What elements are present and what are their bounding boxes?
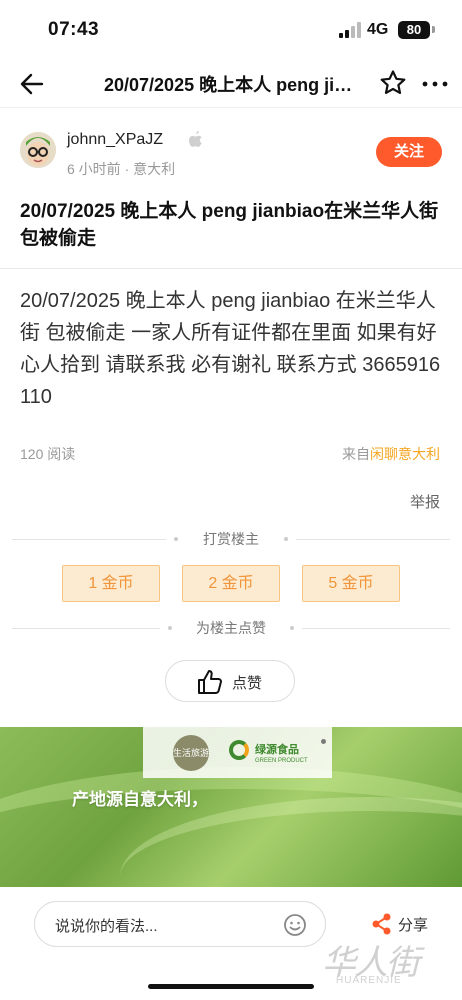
ad-slogan: 产地源自意大利， — [72, 790, 208, 809]
star-outline-icon[interactable] — [378, 68, 408, 98]
author-location: 意大利 — [133, 161, 176, 177]
ad-banner[interactable]: 生活旅游 绿源食品 GREEN PRODUCT 产地源自意大利， — [0, 727, 462, 887]
comment-input[interactable]: 说说你的看法... — [34, 901, 326, 947]
arrow-left-icon[interactable] — [18, 70, 46, 98]
post-time: 6 小时前 — [67, 161, 121, 177]
post-body: 20/07/2025 晚上本人 peng jianbiao 在米兰华人街 包被偷… — [20, 290, 441, 408]
author-row: johnn_XPaJZ 6 小时前 · 意大利 关注 — [0, 122, 462, 182]
top-nav: 20/07/2025 晚上本人 peng jianbiao在米兰华人街 包被偷走 — [0, 60, 462, 108]
author-meta: 6 小时前 · 意大利 — [67, 161, 176, 177]
page-title: 20/07/2025 晚上本人 peng jianbiao在米兰华人街 包被偷走 — [104, 75, 362, 95]
read-count: 120 阅读 — [20, 446, 76, 462]
thumbs-up-icon — [196, 668, 224, 696]
like-label: 点赞 — [232, 675, 263, 692]
network-type: 4G — [367, 21, 389, 38]
like-divider: 为楼主点赞 — [12, 618, 450, 638]
ad-brand-logo-icon — [229, 740, 249, 760]
watermark-en: HUARENJIE — [336, 975, 402, 986]
follow-button[interactable]: 关注 — [376, 137, 442, 167]
reward-2-coin-button[interactable]: 2 金币 — [182, 565, 280, 602]
status-bar: 07:43 4G 80 — [0, 0, 462, 60]
share-label[interactable]: 分享 — [398, 914, 428, 935]
apple-icon — [188, 130, 204, 149]
watermark: 华人街 HUARENJIE — [322, 935, 452, 993]
author-name[interactable]: johnn_XPaJZ — [67, 131, 163, 149]
post-title: 20/07/2025 晚上本人 peng jianbiao在米兰华人街 包被偷走 — [20, 201, 439, 249]
home-indicator — [148, 984, 314, 989]
post-source: 来自闲聊意大利 — [342, 444, 440, 464]
divider — [0, 268, 462, 269]
source-prefix: 来自 — [342, 446, 370, 462]
source-link[interactable]: 闲聊意大利 — [370, 446, 440, 462]
status-time: 07:43 — [48, 19, 100, 40]
report-link[interactable]: 举报 — [410, 491, 440, 512]
battery-tip — [432, 26, 435, 33]
share-icon[interactable] — [372, 913, 392, 935]
avatar[interactable] — [20, 132, 56, 168]
ad-brand: 绿源食品 — [255, 744, 299, 756]
reward-divider: 打赏楼主 — [12, 529, 450, 549]
like-button[interactable]: 点赞 — [165, 660, 295, 702]
bottom-bar: 说说你的看法... 分享 华人街 HUARENJIE — [0, 887, 462, 1000]
ad-brand-sub: GREEN PRODUCT — [255, 758, 308, 764]
battery-icon: 80 — [398, 21, 430, 39]
more-dots-icon[interactable] — [421, 70, 449, 98]
registered-mark-icon — [321, 739, 326, 744]
comment-placeholder: 说说你的看法... — [55, 918, 158, 935]
reward-5-coin-button[interactable]: 5 金币 — [302, 565, 400, 602]
ad-logo-box: 生活旅游 绿源食品 GREEN PRODUCT — [143, 727, 332, 778]
cell-signal-icon — [339, 22, 363, 38]
ad-logo: 生活旅游 — [173, 735, 209, 771]
emoji-icon[interactable] — [283, 913, 307, 937]
reward-1-coin-button[interactable]: 1 金币 — [62, 565, 160, 602]
